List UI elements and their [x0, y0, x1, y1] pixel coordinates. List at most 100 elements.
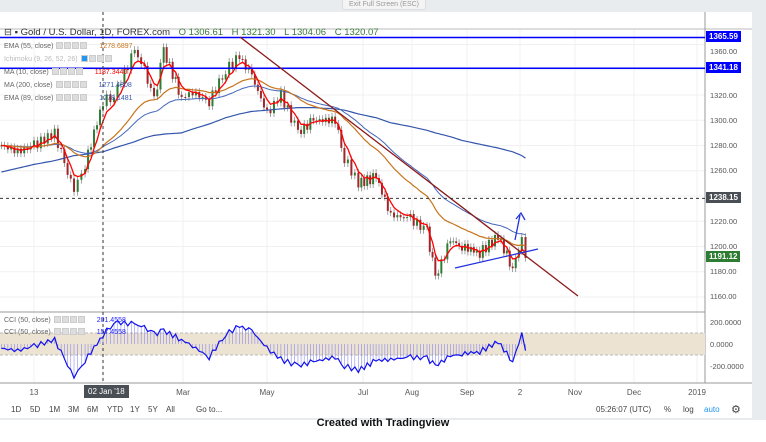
- range-1y[interactable]: 1Y: [130, 405, 140, 414]
- candle-body: [256, 84, 259, 91]
- candle-body: [187, 92, 190, 98]
- candle-body: [357, 172, 360, 188]
- candle-body: [149, 83, 152, 88]
- ohlc-high: H 1321.30: [231, 27, 276, 38]
- candle-body: [162, 47, 165, 63]
- ema89-line: [1, 85, 526, 236]
- candle-body: [389, 210, 392, 213]
- percent-toggle[interactable]: %: [664, 405, 671, 414]
- indicator-ema89[interactable]: EMA (89, close) 1278.1481: [4, 94, 133, 103]
- candle-body: [69, 174, 72, 179]
- crosshair-price-tag: 1238.15: [706, 192, 741, 203]
- caption: Created with Tradingview: [316, 417, 450, 429]
- candle-body: [406, 217, 409, 219]
- candle-body: [346, 159, 349, 164]
- price-tick: 1320.00: [710, 91, 738, 100]
- indicator-ma10[interactable]: MA (10, close) 1187.3440: [4, 68, 127, 77]
- indicator-ichimoku[interactable]: Ichimoku (9, 26, 52, 26): [4, 55, 113, 64]
- goto-button[interactable]: Go to...: [196, 405, 222, 414]
- indicator-controls[interactable]: [56, 94, 88, 103]
- candle-body: [440, 259, 443, 274]
- candle-body: [168, 61, 171, 63]
- candle-body: [96, 125, 99, 130]
- log-toggle[interactable]: log: [683, 405, 694, 414]
- candle-body: [66, 163, 69, 175]
- ohlc-close: C 1320.07: [334, 27, 379, 38]
- time-label: 2: [517, 388, 523, 397]
- candle-body: [231, 61, 234, 69]
- time-label: Jul: [357, 388, 369, 397]
- indicator-ma200[interactable]: MA (200, close) 1271.4808: [4, 81, 132, 90]
- indicator-label: CCI (50, close): [4, 317, 51, 324]
- candle-body: [363, 177, 366, 186]
- candle-body: [437, 273, 440, 276]
- range-all[interactable]: All: [166, 405, 175, 414]
- candle-body: [396, 215, 399, 218]
- chart-menu-icon[interactable]: ⊟ ▪: [4, 27, 18, 38]
- candle-body: [259, 90, 262, 99]
- price-tick: 1160.00: [710, 292, 737, 301]
- candle-body: [221, 78, 224, 80]
- range-1d[interactable]: 1D: [11, 405, 21, 414]
- candle-body: [93, 129, 96, 148]
- indicator-value: 201.4558: [96, 317, 126, 324]
- candle-body: [300, 129, 303, 134]
- indicator-controls[interactable]: [80, 55, 113, 64]
- price-tick: 1200.00: [710, 242, 738, 251]
- indicator-controls[interactable]: [51, 68, 84, 77]
- candle-body: [393, 212, 396, 218]
- indicator-cci-2[interactable]: CCI (50, close) 157.4558: [4, 328, 126, 337]
- indicator-label: EMA (55, close): [4, 43, 54, 50]
- candle-body: [446, 243, 449, 260]
- indicator-ema55[interactable]: EMA (55, close) 1278.6897: [4, 42, 133, 51]
- range-5d[interactable]: 5D: [30, 405, 40, 414]
- candle-body: [353, 172, 356, 176]
- candle-body: [174, 76, 177, 79]
- candle-body: [238, 55, 241, 60]
- candle-body: [455, 241, 458, 244]
- time-label: Dec: [626, 388, 642, 397]
- resistance-1-tag: 1365.59: [706, 31, 741, 42]
- indicator-label: EMA (89, close): [4, 95, 54, 102]
- candle-body: [180, 94, 183, 97]
- auto-toggle[interactable]: auto: [704, 405, 720, 414]
- candle-body: [133, 49, 136, 54]
- price-tick: 1220.00: [710, 217, 738, 226]
- indicator-controls[interactable]: [55, 81, 88, 90]
- range-ytd[interactable]: YTD: [107, 405, 123, 414]
- candle-body: [412, 213, 415, 226]
- candle-body: [184, 96, 187, 98]
- price-tick: 1180.00: [710, 267, 737, 276]
- range-3m[interactable]: 3M: [68, 405, 79, 414]
- time-label: Nov: [567, 388, 583, 397]
- candle-body: [452, 241, 455, 243]
- indicator-controls[interactable]: [53, 328, 86, 337]
- candle-body: [343, 147, 346, 164]
- range-6m[interactable]: 6M: [87, 405, 98, 414]
- candle-body: [434, 257, 437, 276]
- range-1m[interactable]: 1M: [49, 405, 60, 414]
- range-5y[interactable]: 5Y: [148, 405, 158, 414]
- symbol-header: ⊟ ▪ Gold / U.S. Dollar, 1D, FOREX.com O …: [4, 27, 379, 38]
- gear-icon[interactable]: ⚙: [731, 403, 741, 416]
- chart-canvas[interactable]: [0, 0, 766, 420]
- bottom-toolbar: 1D 5D 1M 3M 6M YTD 1Y 5Y All Go to... 05…: [0, 402, 752, 418]
- ohlc-open: O 1306.61: [178, 27, 224, 38]
- candle-body: [99, 109, 102, 126]
- cci-tick: -200.0000: [710, 362, 744, 371]
- indicator-value: 1187.3440: [94, 69, 128, 76]
- candle-body: [402, 217, 405, 219]
- indicator-value: 1278.1481: [99, 95, 133, 102]
- indicator-controls[interactable]: [56, 42, 88, 51]
- price-tick: 1280.00: [710, 141, 738, 150]
- indicator-cci-1[interactable]: CCI (50, close) 201.4558: [4, 316, 126, 325]
- downtrend-line: [239, 36, 579, 297]
- cci-tick: 200.0000: [710, 318, 742, 327]
- candle-body: [293, 120, 296, 123]
- candle-body: [383, 194, 386, 197]
- indicator-controls[interactable]: [53, 316, 86, 325]
- candle-body: [487, 239, 490, 253]
- candle-body: [136, 49, 139, 58]
- candle-body: [76, 179, 79, 192]
- candle-body: [350, 159, 353, 176]
